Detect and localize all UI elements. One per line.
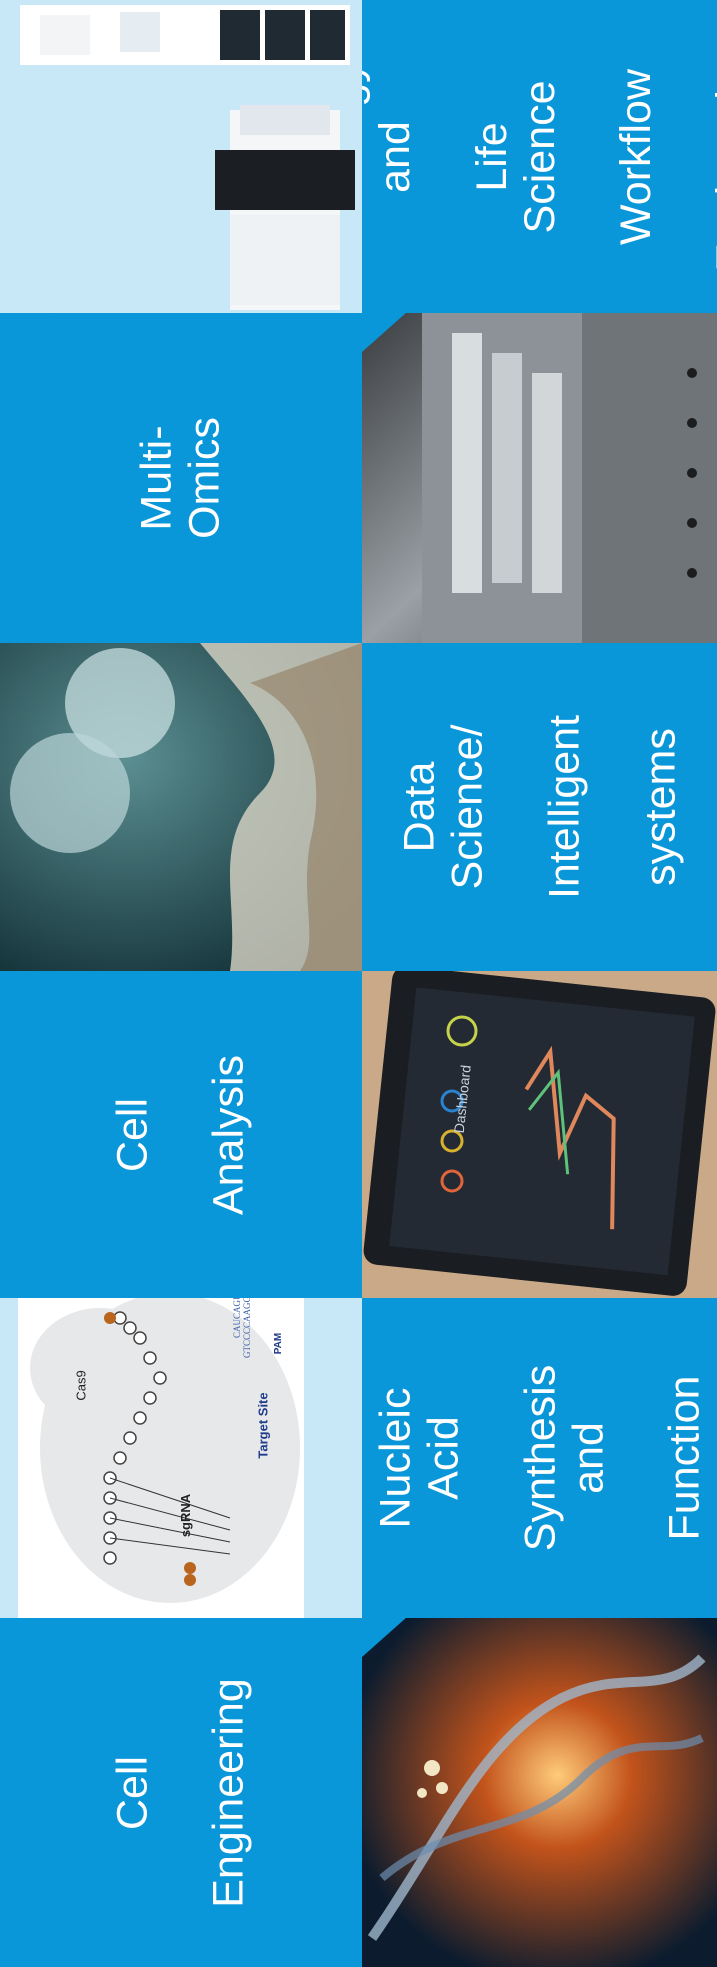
svg-text:CAUCAGUAUU: CAUCAGUAUU — [232, 1298, 242, 1338]
cells-microscopy-image — [0, 643, 362, 971]
tile-nucleic-acid[interactable]: Nucleic Acid Synthesis and Function — [362, 1298, 717, 1618]
tile-cell-engineering[interactable]: Cell Engineering — [0, 1618, 362, 1967]
sgrna-label: sgRNA — [178, 1493, 194, 1538]
notch-left — [362, 1618, 407, 1657]
tile-pathology[interactable]: Pathology and Life Science Workflow Engi… — [362, 0, 717, 313]
notch-up — [50, 313, 146, 314]
tile-data-science[interactable]: Data Science/ Intelligent systems — [362, 643, 717, 971]
tile-multi-omics-label: Multi-Omics — [132, 417, 229, 539]
notch-left — [362, 313, 407, 352]
tile-pathology-label: Pathology and Life Science Workflow Engi… — [362, 41, 717, 272]
tile-cell-analysis-label: Cell Analysis — [108, 1054, 254, 1215]
tile-multi-omics[interactable]: Multi-Omics — [0, 313, 362, 643]
tile-data-science-label: Data Science/ Intelligent systems — [395, 714, 684, 900]
svg-text:GTCCCCAAGG: GTCCCCAAGG — [242, 1298, 252, 1358]
tile-cell-engineering-label: Cell Engineering — [108, 1677, 254, 1908]
dna-helix-image — [362, 1618, 717, 1967]
tile-nucleic-acid-label: Nucleic Acid Synthesis and Function — [370, 1364, 708, 1552]
tablet-dashboard-image: Dashboard — [362, 971, 717, 1298]
tile-cell-analysis[interactable]: Cell Analysis — [0, 971, 362, 1298]
cas9-diagram-image: CAUCAGUAUU GTCCCCAAGG Cas9 sgRNA Target … — [0, 1298, 362, 1618]
sample-storage-image — [362, 313, 717, 643]
microscope-scanner-image — [0, 0, 362, 313]
cas9-label: Cas9 — [73, 1370, 89, 1401]
pam-label: PAM — [273, 1332, 285, 1355]
target-site-label: Target Site — [255, 1392, 271, 1459]
